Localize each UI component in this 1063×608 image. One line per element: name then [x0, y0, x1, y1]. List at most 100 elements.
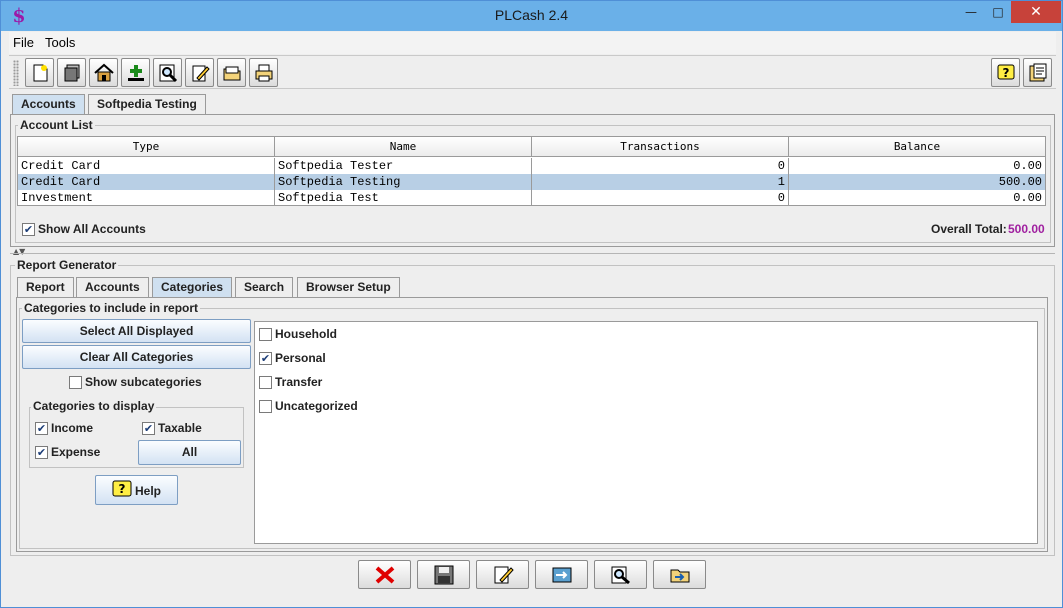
- cell-balance: 500.00: [998, 175, 1042, 189]
- table-row[interactable]: Credit Card Softpedia Tester 0 0.00: [18, 158, 1045, 174]
- cell-type: Investment: [18, 190, 275, 206]
- show-all-accounts-label: Show All Accounts: [38, 222, 146, 236]
- category-label: Uncategorized: [275, 399, 358, 413]
- column-type[interactable]: Type: [18, 137, 275, 157]
- print-icon: [255, 64, 273, 82]
- folder-button[interactable]: [217, 58, 246, 87]
- svg-text:?: ?: [119, 482, 126, 496]
- new-file-icon: [33, 64, 48, 82]
- tab-categories[interactable]: Categories: [152, 277, 233, 297]
- maximize-button[interactable]: □: [983, 1, 1013, 23]
- cell-transactions: 0: [532, 190, 789, 206]
- folder-icon: [223, 66, 241, 81]
- category-label: Transfer: [275, 375, 323, 389]
- help-icon: ?: [997, 64, 1015, 80]
- title-bar[interactable]: $ PLCash 2.4 — □ ✕: [1, 1, 1062, 31]
- home-button[interactable]: [89, 58, 118, 87]
- table-row[interactable]: Credit Card Softpedia Testing 1 500.00: [18, 174, 1045, 190]
- categories-include-title: Categories to include in report: [22, 301, 201, 315]
- toolbar-grip[interactable]: [13, 60, 19, 86]
- close-button[interactable]: ✕: [1011, 1, 1061, 23]
- account-table: Type Name Transactions Balance Credit Ca…: [17, 136, 1046, 206]
- cell-type: Credit Card: [18, 174, 275, 190]
- select-all-displayed-button[interactable]: Select All Displayed: [22, 319, 251, 343]
- accounts-button[interactable]: [57, 58, 86, 87]
- expense-label: Expense: [51, 445, 101, 459]
- show-subcategories-label: Show subcategories: [85, 375, 202, 389]
- report-toolbar-button[interactable]: [1023, 58, 1052, 87]
- edit-button[interactable]: [185, 58, 214, 87]
- clear-all-categories-button[interactable]: Clear All Categories: [22, 345, 251, 369]
- preview-icon: [611, 566, 630, 585]
- report-generator-title: Report Generator: [15, 258, 119, 272]
- cell-transactions: 1: [532, 174, 789, 190]
- cell-transactions: 0: [532, 158, 789, 174]
- tab-report-accounts[interactable]: Accounts: [76, 277, 149, 297]
- cell-name: Softpedia Tester: [275, 158, 532, 174]
- income-checkbox[interactable]: ✔: [35, 422, 48, 435]
- show-subcategories-checkbox[interactable]: ✔: [69, 376, 82, 389]
- overall-total-label: Overall Total:: [931, 222, 1007, 236]
- tab-browser-setup[interactable]: Browser Setup: [297, 277, 400, 297]
- account-list-title: Account List: [18, 118, 95, 132]
- category-label: Personal: [275, 351, 326, 365]
- add-button[interactable]: [121, 58, 150, 87]
- edit-icon: [494, 566, 514, 584]
- column-name[interactable]: Name: [275, 137, 532, 157]
- cell-balance: 0.00: [1013, 191, 1042, 205]
- save-button[interactable]: [417, 560, 470, 589]
- help-toolbar-button[interactable]: ?: [991, 58, 1020, 87]
- add-icon: [128, 65, 144, 81]
- cell-name: Softpedia Test: [275, 190, 532, 206]
- category-checkbox-uncategorized[interactable]: ✔: [259, 400, 272, 413]
- tab-report[interactable]: Report: [17, 277, 74, 297]
- edit-icon: [192, 65, 210, 82]
- help-icon: ?: [112, 480, 132, 497]
- income-label: Income: [51, 421, 94, 435]
- new-file-button[interactable]: [25, 58, 54, 87]
- tab-softpedia-testing[interactable]: Softpedia Testing: [88, 94, 206, 114]
- cell-type: Credit Card: [18, 158, 275, 174]
- cell-name: Softpedia Testing: [275, 174, 532, 190]
- menu-tools[interactable]: Tools: [45, 35, 75, 50]
- open-button[interactable]: [653, 560, 706, 589]
- split-divider-arrows[interactable]: ▲▼: [13, 248, 25, 256]
- toolbar: ?: [9, 55, 1056, 89]
- tab-search[interactable]: Search: [235, 277, 294, 297]
- export-button[interactable]: [535, 560, 588, 589]
- menu-bar: File Tools: [9, 32, 1056, 54]
- show-all-accounts-checkbox[interactable]: ✔: [22, 223, 35, 236]
- preview-button[interactable]: [594, 560, 647, 589]
- export-icon: [552, 567, 572, 583]
- category-label: Household: [275, 327, 337, 341]
- categories-display-title: Categories to display: [31, 399, 157, 413]
- save-icon: [434, 565, 454, 585]
- menu-file[interactable]: File: [13, 35, 34, 50]
- print-button[interactable]: [249, 58, 278, 87]
- column-transactions[interactable]: Transactions: [532, 137, 789, 157]
- category-checkbox-transfer[interactable]: ✔: [259, 376, 272, 389]
- cancel-button[interactable]: [358, 560, 411, 589]
- all-button[interactable]: All: [138, 440, 241, 465]
- table-row[interactable]: Investment Softpedia Test 0 0.00: [18, 190, 1045, 206]
- split-divider[interactable]: [10, 253, 1055, 254]
- minimize-button[interactable]: —: [956, 1, 986, 23]
- svg-text:?: ?: [1003, 66, 1010, 80]
- cell-balance: 0.00: [1013, 159, 1042, 173]
- help-button[interactable]: ? Help: [95, 475, 178, 505]
- overall-total-value: 500.00: [1008, 222, 1045, 236]
- report-icon: [1029, 63, 1047, 82]
- category-list: ✔ Household ✔ Personal ✔ Transfer ✔ Unca…: [254, 321, 1038, 544]
- tab-accounts[interactable]: Accounts: [12, 94, 85, 114]
- search-button[interactable]: [153, 58, 182, 87]
- expense-checkbox[interactable]: ✔: [35, 446, 48, 459]
- edit-report-button[interactable]: [476, 560, 529, 589]
- help-button-label: Help: [135, 484, 162, 498]
- column-balance[interactable]: Balance: [789, 137, 1045, 157]
- window-title: PLCash 2.4: [494, 7, 569, 23]
- category-checkbox-household[interactable]: ✔: [259, 328, 272, 341]
- category-checkbox-personal[interactable]: ✔: [259, 352, 272, 365]
- taxable-checkbox[interactable]: ✔: [142, 422, 155, 435]
- taxable-label: Taxable: [158, 421, 202, 435]
- accounts-stack-icon: [64, 64, 80, 82]
